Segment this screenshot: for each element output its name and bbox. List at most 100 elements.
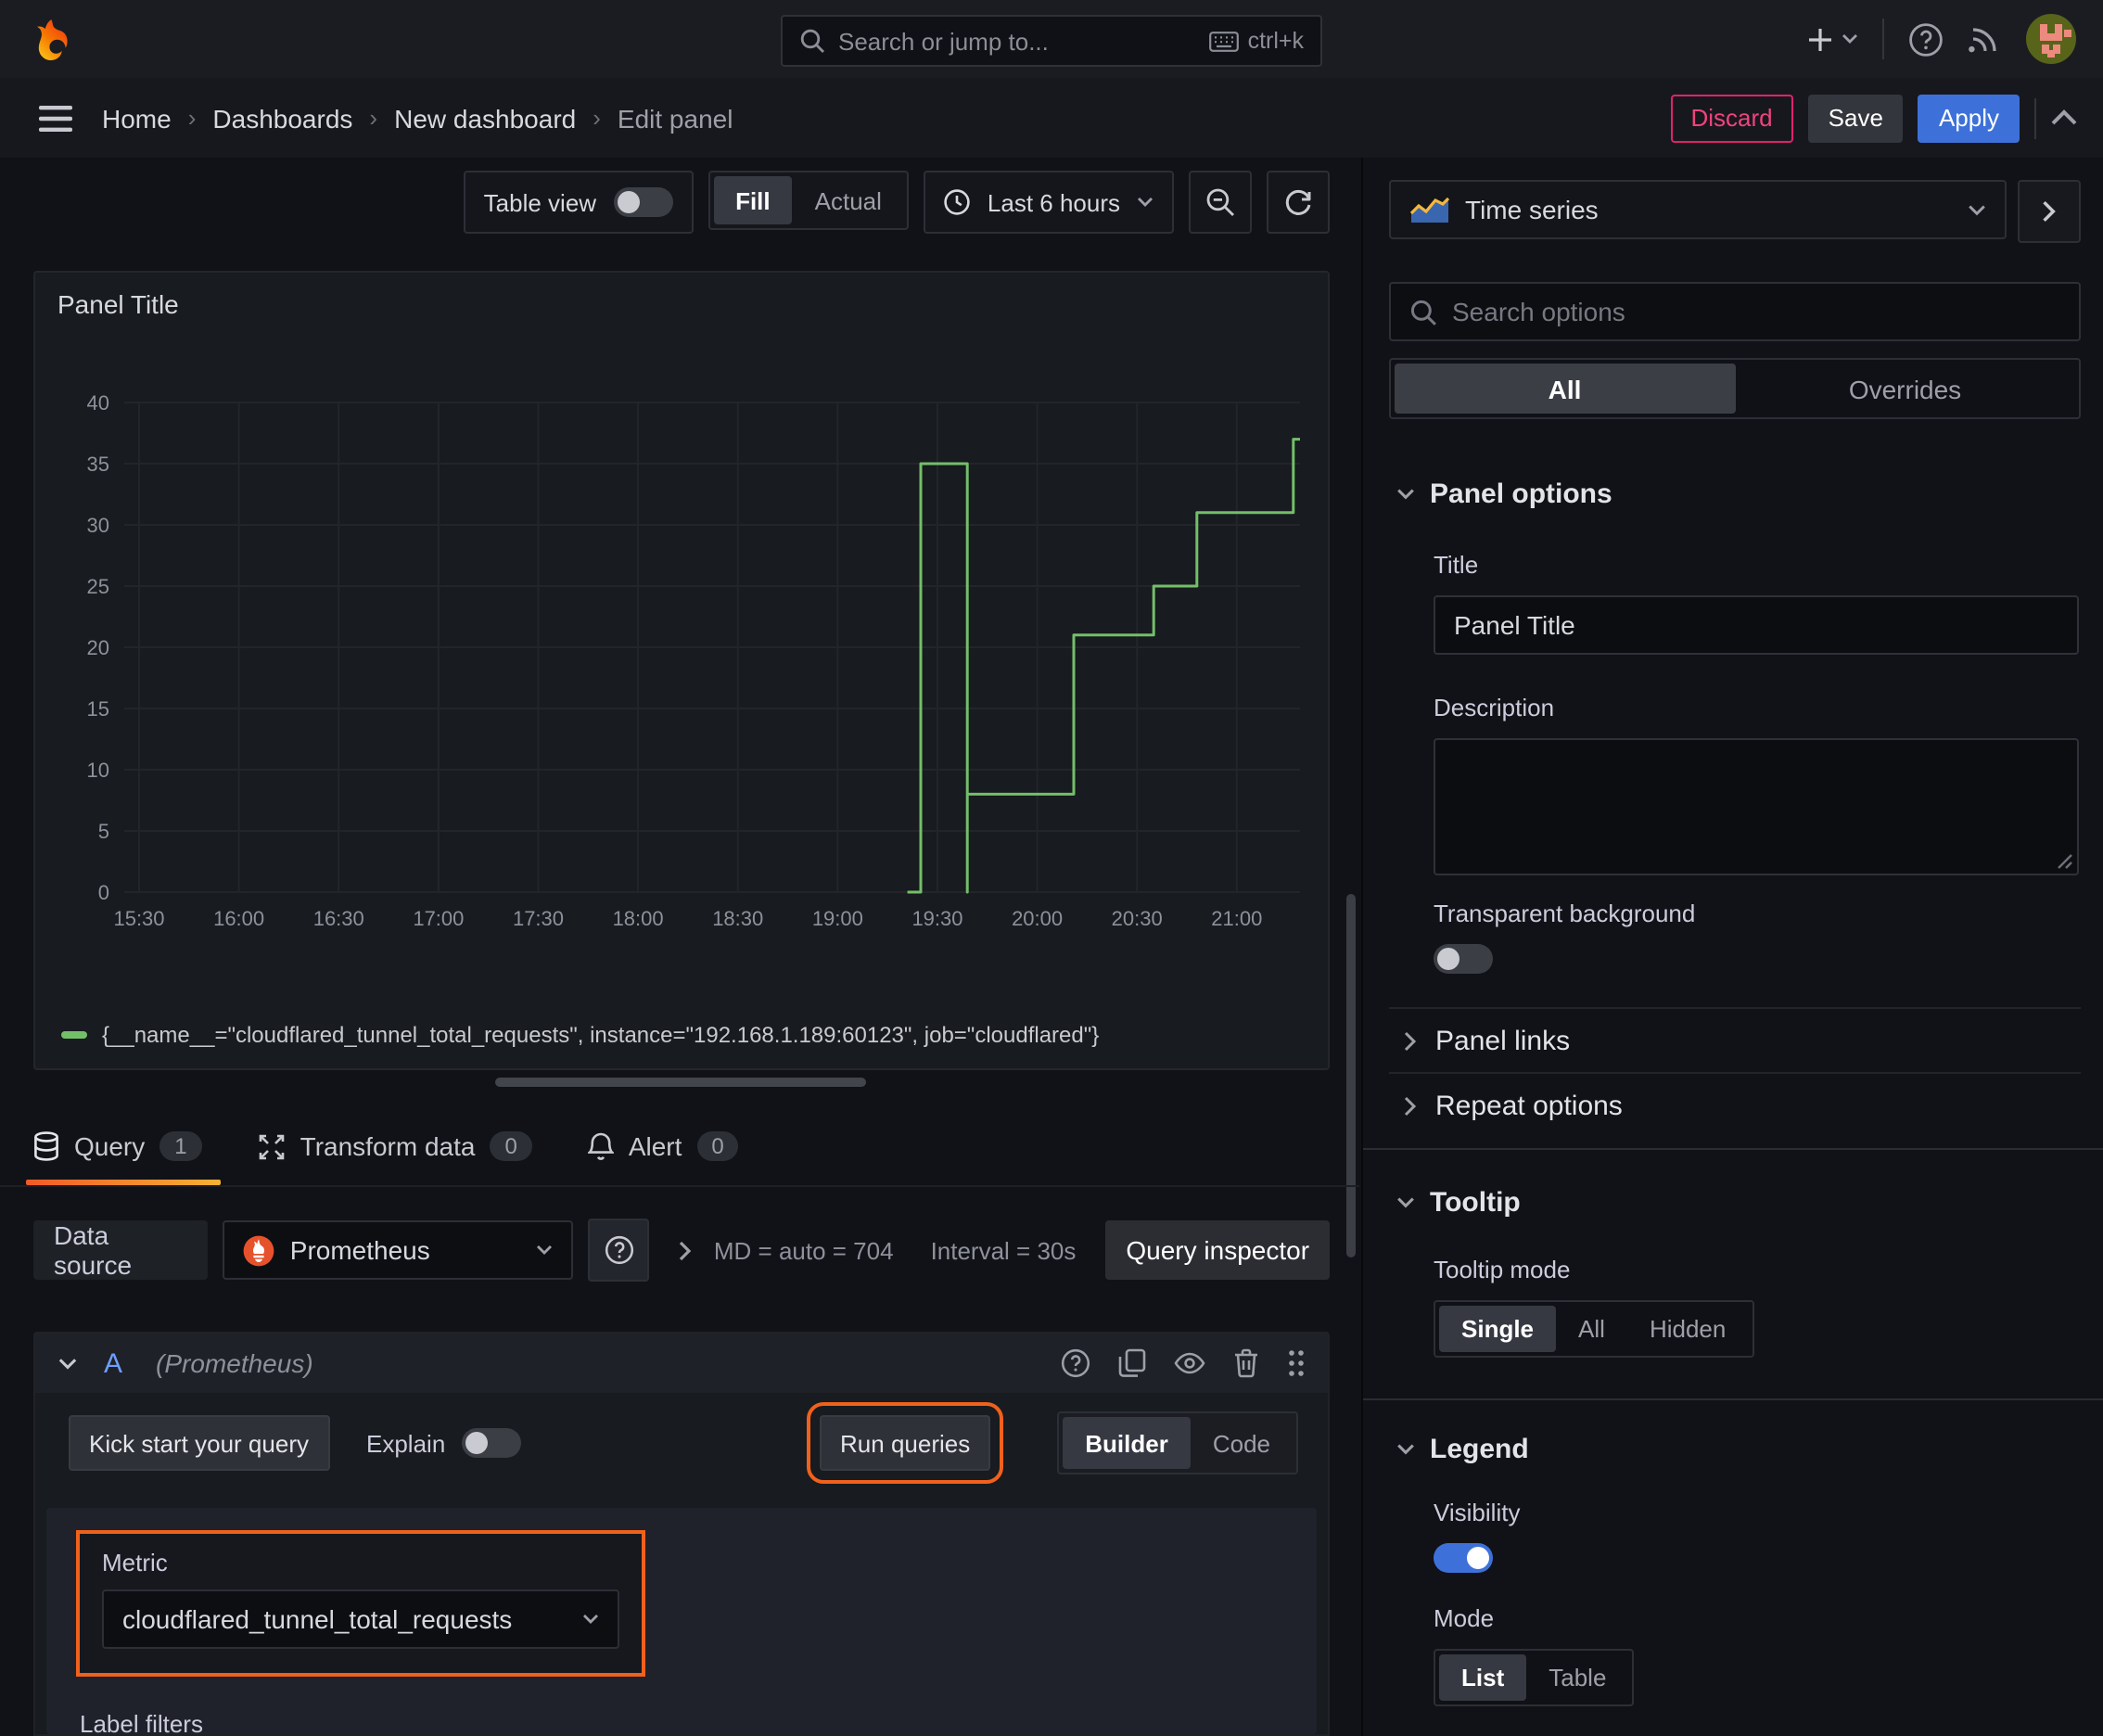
- section-tooltip-title: Tooltip: [1430, 1187, 1521, 1219]
- tab-query[interactable]: Query 1: [26, 1107, 221, 1185]
- breadcrumb-new-dashboard[interactable]: New dashboard: [394, 103, 576, 133]
- section-panel-options[interactable]: Panel options: [1363, 479, 2103, 510]
- panel-resize-handle[interactable]: [495, 1078, 866, 1087]
- metric-highlight-box: Metric cloudflared_tunnel_total_requests: [76, 1530, 645, 1677]
- description-textarea[interactable]: [1434, 738, 2079, 875]
- section-tooltip[interactable]: Tooltip: [1363, 1187, 2103, 1219]
- viz-picker-value: Time series: [1465, 195, 1599, 224]
- tab-alert-count: 0: [696, 1131, 739, 1161]
- legend-mode-table[interactable]: Table: [1526, 1654, 1628, 1701]
- breadcrumb-home[interactable]: Home: [102, 103, 172, 133]
- svg-text:10: 10: [87, 759, 109, 782]
- resize-corner-icon: [2058, 854, 2072, 869]
- rss-icon: [1969, 28, 1996, 53]
- collapse-header-button[interactable]: [2051, 109, 2077, 126]
- save-button[interactable]: Save: [1807, 94, 1904, 142]
- svg-text:21:00: 21:00: [1211, 907, 1262, 930]
- svg-text:18:30: 18:30: [712, 907, 763, 930]
- query-options-expander[interactable]: [679, 1240, 692, 1260]
- time-range-picker[interactable]: Last 6 hours: [924, 171, 1174, 234]
- options-tab-all[interactable]: All: [1395, 364, 1735, 414]
- tab-transform-count: 0: [490, 1131, 532, 1161]
- builder-code-switch: Builder Code: [1057, 1411, 1298, 1474]
- repeat-options-section[interactable]: Repeat options: [1363, 1074, 2103, 1137]
- chevron-right-icon: [1404, 1095, 1417, 1116]
- zoom-out-button[interactable]: [1189, 171, 1252, 234]
- legend-series-name[interactable]: {__name__="cloudflared_tunnel_total_requ…: [102, 1022, 1099, 1048]
- panel-links-label: Panel links: [1435, 1025, 1571, 1056]
- duplicate-query-button[interactable]: [1118, 1348, 1146, 1378]
- section-divider: [1363, 1398, 2103, 1400]
- new-menu-button[interactable]: [1806, 25, 1858, 53]
- vertical-scrollbar-thumb[interactable]: [1346, 894, 1356, 1257]
- bell-icon: [587, 1132, 614, 1160]
- global-search[interactable]: Search or jump to... ctrl+k: [781, 15, 1322, 67]
- section-legend[interactable]: Legend: [1363, 1434, 2103, 1465]
- query-row-header[interactable]: A (Prometheus): [35, 1334, 1328, 1393]
- tooltip-mode-all[interactable]: All: [1556, 1306, 1627, 1352]
- query-row-actions: [1061, 1348, 1306, 1378]
- datasource-select[interactable]: Prometheus: [223, 1220, 574, 1280]
- database-icon: [34, 1131, 58, 1161]
- viz-picker[interactable]: Time series: [1389, 180, 2007, 239]
- code-option[interactable]: Code: [1191, 1417, 1293, 1469]
- tab-alert-label: Alert: [628, 1131, 682, 1161]
- transform-icon: [259, 1133, 284, 1159]
- drag-query-handle[interactable]: [1287, 1348, 1306, 1378]
- breadcrumb: Home › Dashboards › New dashboard › Edit…: [102, 103, 733, 133]
- chart-legend: {__name__="cloudflared_tunnel_total_requ…: [61, 1022, 1099, 1048]
- tab-alert[interactable]: Alert 0: [587, 1107, 739, 1185]
- fill-option[interactable]: Fill: [713, 176, 793, 224]
- time-series-chart[interactable]: 0 5 10 15 20 25 30 35 40 15:30 16:00 16:30 17:00 17:3…: [50, 336, 1317, 966]
- discard-button[interactable]: Discard: [1670, 94, 1793, 142]
- svg-text:17:30: 17:30: [513, 907, 564, 930]
- user-avatar[interactable]: [2025, 13, 2077, 65]
- options-filter-tabs: All Overrides: [1389, 358, 2081, 419]
- svg-text:18:00: 18:00: [613, 907, 664, 930]
- tab-transform-data[interactable]: Transform data 0: [258, 1107, 532, 1185]
- apply-button[interactable]: Apply: [1918, 94, 2020, 142]
- hamburger-icon: [39, 105, 72, 131]
- panel-title-input[interactable]: Panel Title: [1434, 595, 2079, 655]
- actual-option[interactable]: Actual: [793, 176, 904, 224]
- options-search[interactable]: Search options: [1389, 282, 2081, 341]
- svg-text:5: 5: [98, 820, 109, 843]
- question-circle-icon: [605, 1235, 633, 1265]
- kick-start-query-button[interactable]: Kick start your query: [69, 1415, 329, 1471]
- label-filters-label: Label filters: [80, 1710, 203, 1736]
- builder-option[interactable]: Builder: [1063, 1417, 1191, 1469]
- transparent-bg-toggle[interactable]: [1434, 944, 1493, 974]
- max-data-points-stat: MD = auto = 704: [713, 1236, 894, 1264]
- options-tab-overrides[interactable]: Overrides: [1735, 364, 2075, 414]
- edit-panel-main: Table view Fill Actual Last 6 hours Pane…: [0, 158, 1359, 1736]
- metric-select[interactable]: cloudflared_tunnel_total_requests: [102, 1589, 619, 1649]
- datasource-label: Data source: [33, 1220, 209, 1280]
- top-nav-actions: [1806, 0, 2077, 78]
- panel-links-section[interactable]: Panel links: [1363, 1009, 2103, 1072]
- datasource-help-button[interactable]: [588, 1219, 649, 1282]
- explain-toggle[interactable]: [462, 1428, 522, 1458]
- menu-toggle-button[interactable]: [39, 105, 72, 131]
- query-help-button[interactable]: [1061, 1348, 1090, 1378]
- options-sections: Panel options Title Panel Title Descript…: [1363, 419, 2103, 1736]
- grip-dots-icon: [1289, 1350, 1304, 1376]
- legend-mode-list[interactable]: List: [1439, 1654, 1527, 1701]
- legend-mode-switch: List Table: [1434, 1649, 1635, 1706]
- query-inspector-button[interactable]: Query inspector: [1105, 1220, 1331, 1280]
- legend-visibility-toggle[interactable]: [1434, 1543, 1493, 1573]
- help-button[interactable]: [1908, 21, 1944, 57]
- chevron-down-icon: [583, 1615, 598, 1624]
- hide-query-button[interactable]: [1174, 1352, 1205, 1374]
- tooltip-mode-single[interactable]: Single: [1439, 1306, 1557, 1352]
- run-queries-button[interactable]: Run queries: [807, 1402, 1004, 1484]
- query-datasource-hint: (Prometheus): [156, 1348, 313, 1378]
- refresh-button[interactable]: [1267, 171, 1330, 234]
- tooltip-mode-hidden[interactable]: Hidden: [1627, 1306, 1748, 1352]
- edit-panel-actions: Discard Save Apply: [1670, 94, 2078, 142]
- grafana-logo-icon[interactable]: [28, 16, 74, 62]
- delete-query-button[interactable]: [1233, 1348, 1259, 1378]
- news-button[interactable]: [1968, 22, 2001, 56]
- collapse-options-button[interactable]: [2018, 180, 2081, 243]
- table-view-toggle[interactable]: [613, 187, 673, 217]
- breadcrumb-dashboards[interactable]: Dashboards: [212, 103, 352, 133]
